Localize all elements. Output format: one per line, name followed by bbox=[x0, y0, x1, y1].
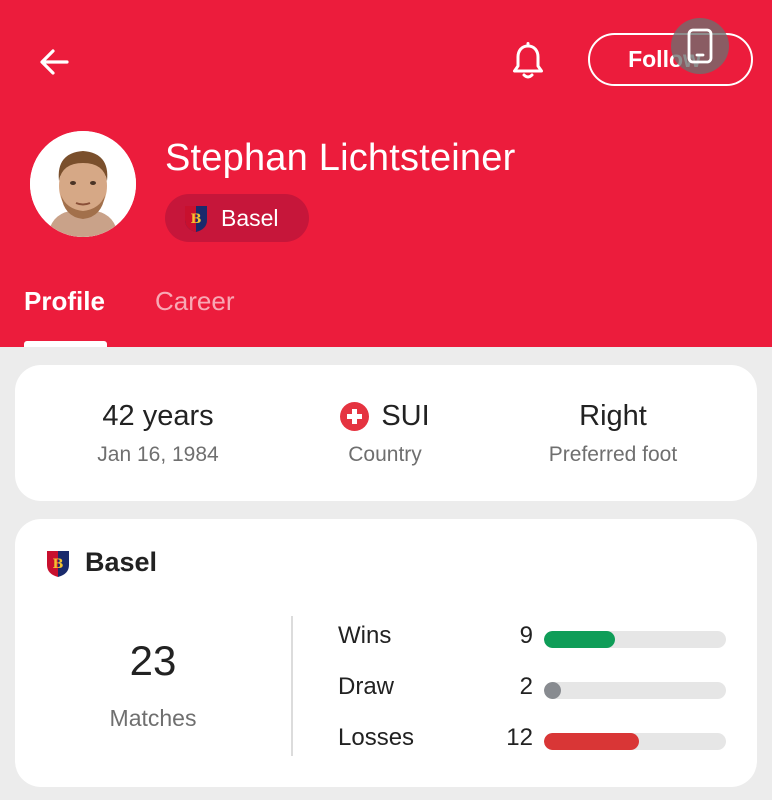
tab-career[interactable]: Career bbox=[155, 286, 234, 317]
team-stats-card: B Basel 23 Matches Wins 9 Draw 2 Losses … bbox=[15, 519, 757, 787]
svg-text:B: B bbox=[53, 557, 64, 572]
player-avatar bbox=[30, 131, 136, 237]
stat-label: Wins bbox=[338, 622, 392, 649]
team-crest-icon: B bbox=[47, 550, 69, 577]
stat-value: 9 bbox=[519, 622, 533, 649]
stats-team-name: Basel bbox=[85, 547, 158, 577]
country-label: Country bbox=[348, 443, 422, 466]
matches-count: 23 bbox=[129, 637, 177, 684]
stat-bar-fill bbox=[544, 631, 615, 648]
profile-header: Follow Stephan Lichtsteiner B Basel Prof… bbox=[0, 0, 772, 347]
stat-bar-fill bbox=[544, 682, 562, 699]
foot-value: Right bbox=[579, 400, 647, 432]
birthdate-value: Jan 16, 1984 bbox=[97, 443, 219, 466]
stat-value: 12 bbox=[506, 724, 533, 751]
foot-column: Right Preferred foot bbox=[495, 365, 731, 501]
swiss-flag-icon bbox=[340, 402, 370, 431]
notification-button[interactable] bbox=[505, 37, 551, 85]
player-name: Stephan Lichtsteiner bbox=[165, 137, 516, 179]
stat-label: Draw bbox=[338, 673, 395, 700]
player-info-card: 42 years Jan 16, 1984 SUI Country Right … bbox=[15, 365, 757, 501]
matches-label: Matches bbox=[109, 705, 197, 731]
country-column: SUI Country bbox=[265, 365, 505, 501]
stat-label: Losses bbox=[338, 724, 415, 751]
team-crest-icon: B bbox=[185, 206, 207, 232]
team-chip-label: Basel bbox=[221, 204, 279, 231]
age-column: 42 years Jan 16, 1984 bbox=[15, 365, 301, 501]
back-button[interactable] bbox=[32, 40, 76, 84]
active-tab-indicator bbox=[24, 341, 107, 347]
age-value: 42 years bbox=[102, 400, 214, 432]
team-chip[interactable]: B Basel bbox=[165, 194, 309, 242]
stat-row-draw: Draw 2 bbox=[338, 673, 738, 703]
svg-text:B: B bbox=[191, 212, 202, 227]
stats-team-header: B Basel bbox=[45, 547, 157, 578]
foot-label: Preferred foot bbox=[548, 443, 678, 466]
country-value: SUI bbox=[381, 400, 430, 432]
bell-icon bbox=[513, 42, 543, 79]
stat-bar-track bbox=[544, 631, 726, 648]
tab-profile[interactable]: Profile bbox=[24, 286, 105, 317]
phone-device-icon bbox=[687, 28, 713, 64]
stat-bar-fill bbox=[544, 733, 639, 750]
device-overlay-button[interactable] bbox=[671, 18, 729, 74]
stat-row-wins: Wins 9 bbox=[338, 622, 738, 652]
stat-value: 2 bbox=[519, 673, 533, 700]
stat-bar-track bbox=[544, 733, 726, 750]
arrow-left-icon bbox=[40, 49, 69, 75]
stat-bar-track bbox=[544, 682, 726, 699]
stats-divider bbox=[291, 616, 293, 756]
stat-row-losses: Losses 12 bbox=[338, 724, 738, 754]
country-value-row: SUI bbox=[265, 400, 505, 433]
